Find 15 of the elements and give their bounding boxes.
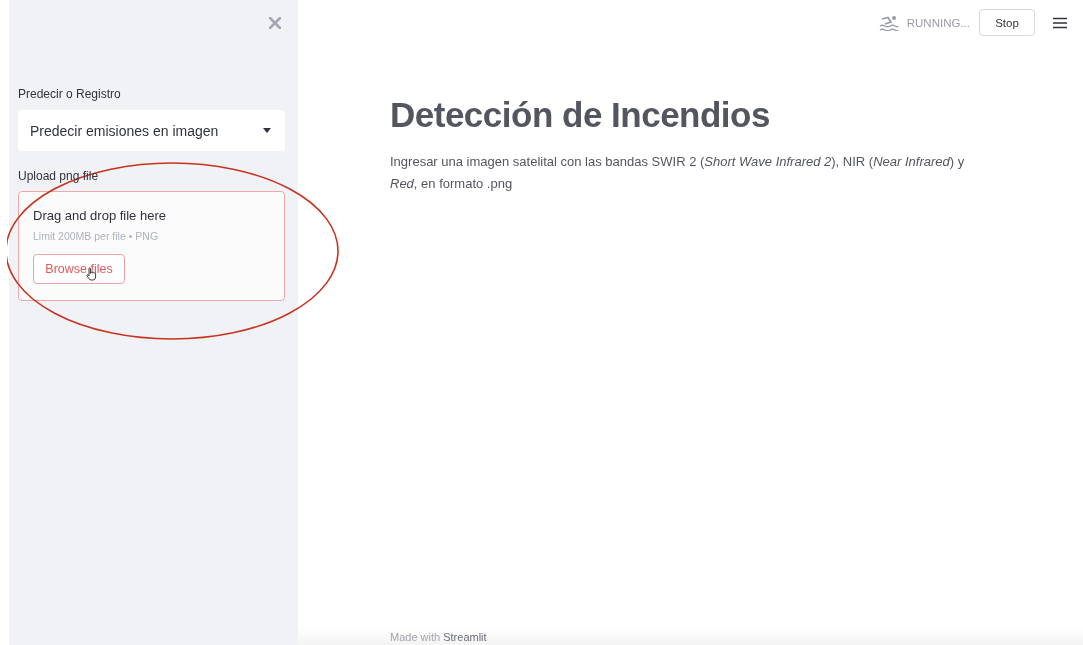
file-dropzone[interactable]: Drag and drop file here Limit 200MB per file • PNG Browse files [18, 191, 285, 301]
running-status: RUNNING... [906, 16, 970, 29]
menu-icon[interactable] [1053, 16, 1067, 29]
dropzone-title: Drag and drop file here [33, 208, 167, 223]
caret-icon [263, 128, 271, 133]
page-title: Detección de Incendios [390, 95, 771, 135]
description-text: Ingresar una imagen satelital con las bandas SWIR 2 (Short Wave Infrared 2), NIR (Near Infrared) y Red, en formato .png [390, 153, 966, 193]
footer-text: Made with Streamlit [390, 631, 487, 643]
swimmer-icon [878, 14, 899, 31]
select-field[interactable]: Predecir emisiones en imagen [18, 110, 285, 151]
browse-files-button[interactable]: Browse files [33, 254, 125, 284]
dropzone-hint: Limit 200MB per file • PNG [33, 230, 160, 242]
stop-button[interactable]: Stop [979, 9, 1035, 36]
streamlit-link[interactable]: Streamlit [443, 631, 487, 643]
select-label: Predecir o Registro [18, 87, 122, 101]
